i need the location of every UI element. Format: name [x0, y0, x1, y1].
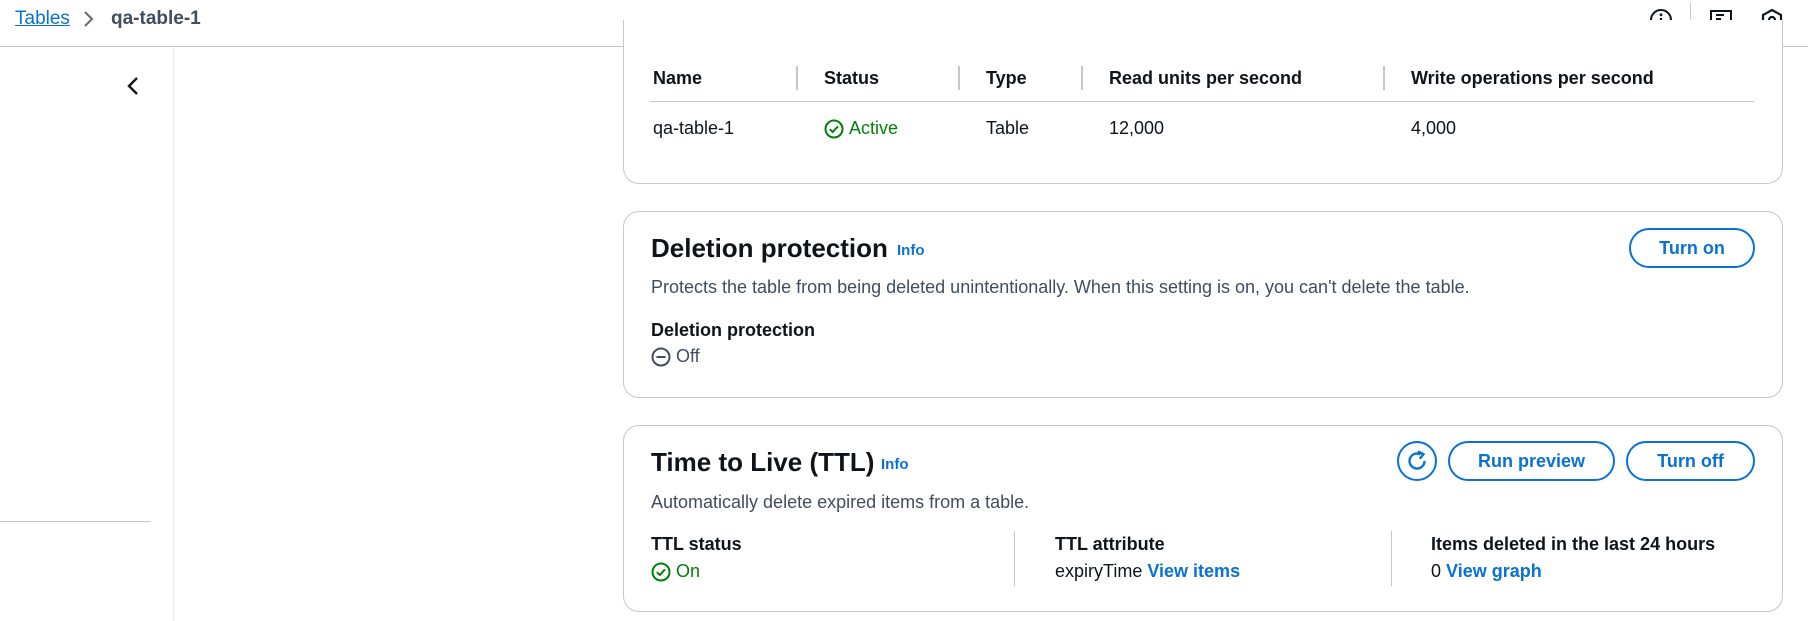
items-deleted-value: 0 View graph	[1431, 561, 1542, 582]
table-summary-container	[623, 20, 1783, 184]
deletion-protection-status-text: Off	[676, 346, 700, 366]
column-header-type: Type	[986, 68, 1027, 88]
check-circle-icon	[651, 562, 671, 581]
deletion-protection-title: Deletion protection	[651, 233, 888, 263]
ttl-attribute-label: TTL attribute	[1055, 534, 1165, 554]
ttl-status-text: On	[676, 561, 701, 581]
column-separator[interactable]	[1383, 66, 1385, 90]
column-header-write-ops: Write operations per second	[1411, 68, 1654, 88]
turn-off-button[interactable]: Turn off	[1626, 441, 1755, 481]
cell-type: Table	[986, 118, 1030, 138]
table-header-divider	[650, 101, 1754, 102]
column-header-read-units: Read units per second	[1109, 68, 1303, 88]
items-deleted-label: Items deleted in the last 24 hours	[1431, 534, 1716, 554]
cell-status: Active	[824, 118, 898, 139]
column-header-name: Name	[653, 68, 703, 88]
cell-write-ops: 4,000	[1411, 118, 1457, 138]
column-separator[interactable]	[958, 66, 960, 90]
turn-on-button[interactable]: Turn on	[1629, 228, 1755, 268]
ttl-description: Automatically delete expired items from …	[651, 492, 1030, 512]
ttl-title: Time to Live (TTL)	[651, 447, 875, 477]
column-separator[interactable]	[1081, 66, 1083, 90]
ttl-status-label: TTL status	[651, 534, 742, 554]
check-circle-icon	[824, 119, 844, 138]
refresh-icon	[1408, 450, 1426, 470]
cell-table-name: qa-table-1	[653, 118, 735, 138]
ttl-attribute-name: expiryTime	[1055, 561, 1143, 581]
nav-divider	[0, 521, 151, 522]
deletion-protection-field-value: Off	[651, 346, 700, 367]
cell-read-units: 12,000	[1109, 118, 1165, 138]
column-header-status: Status	[824, 68, 880, 88]
deletion-protection-description: Protects the table from being deleted un…	[651, 277, 1470, 297]
chevron-left-icon[interactable]	[120, 73, 146, 99]
column-divider	[1014, 531, 1015, 586]
status-text: Active	[849, 118, 899, 138]
view-graph-link[interactable]: View graph	[1446, 561, 1542, 582]
ttl-attribute-value: expiryTime View items	[1055, 561, 1240, 582]
view-items-link[interactable]: View items	[1147, 561, 1240, 582]
column-separator[interactable]	[796, 66, 798, 90]
items-deleted-count: 0	[1431, 561, 1442, 581]
side-navigation	[0, 48, 174, 621]
minus-circle-icon	[651, 347, 671, 366]
breadcrumb-tables-link[interactable]: Tables	[15, 8, 70, 30]
chevron-right-icon	[84, 11, 94, 27]
ttl-info-link[interactable]: Info	[881, 456, 909, 473]
deletion-protection-info-link[interactable]: Info	[897, 242, 925, 259]
deletion-protection-field-label: Deletion protection	[651, 320, 816, 340]
breadcrumb-current: qa-table-1	[111, 8, 201, 29]
column-divider	[1391, 531, 1392, 586]
ttl-status-value: On	[651, 561, 700, 582]
refresh-button[interactable]	[1397, 441, 1437, 481]
run-preview-button[interactable]: Run preview	[1448, 441, 1615, 481]
